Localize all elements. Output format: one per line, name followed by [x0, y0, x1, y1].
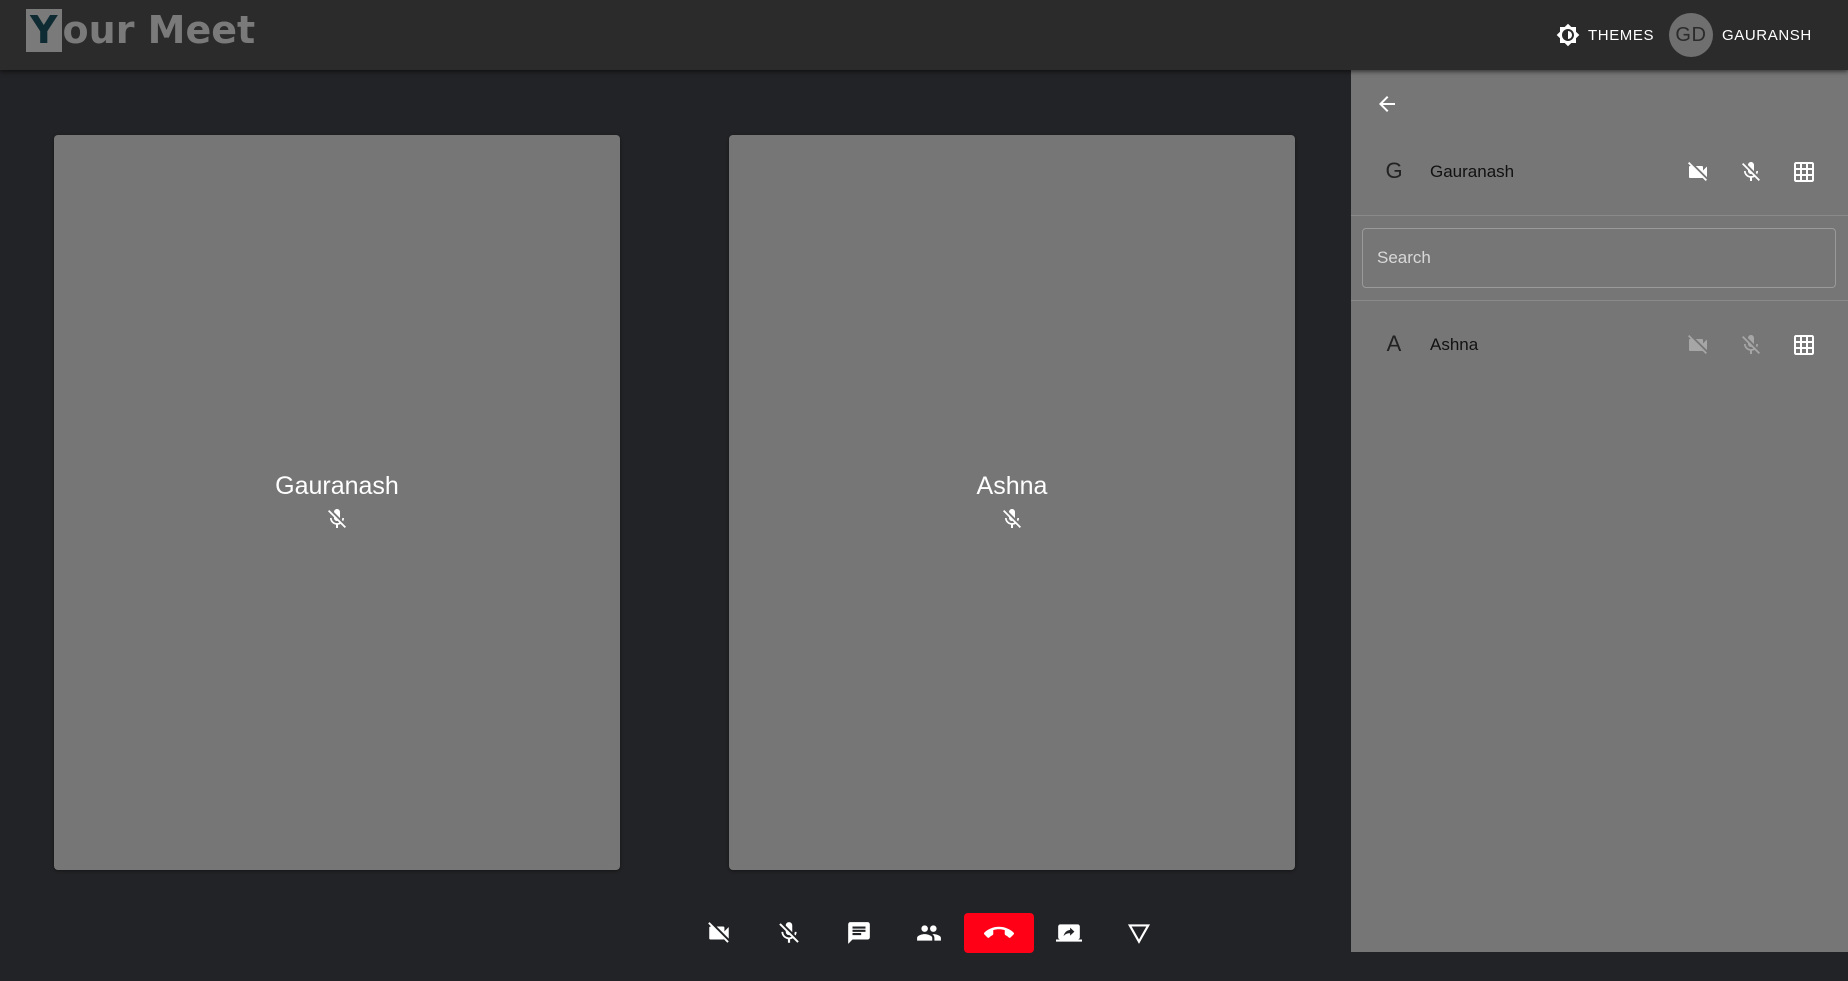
- app-logo[interactable]: Your Meet: [26, 9, 255, 52]
- people-icon: [917, 925, 941, 941]
- participant-search-input[interactable]: [1362, 228, 1836, 288]
- participant-row: A Ashna: [1351, 315, 1848, 375]
- tile-participant-name: Ashna: [976, 472, 1048, 500]
- video-tile: Ashna: [729, 135, 1295, 870]
- participant-mic-toggle[interactable]: [1738, 332, 1764, 358]
- participants-button[interactable]: [894, 913, 964, 953]
- logo-text: our Meet: [62, 8, 256, 52]
- brightness-icon: [1556, 23, 1580, 47]
- videocam-off-icon: [1688, 335, 1707, 354]
- user-menu[interactable]: GD GAURANSH: [1669, 13, 1812, 57]
- participant-mic-toggle[interactable]: [1738, 159, 1764, 185]
- mic-off-icon: [1003, 509, 1021, 528]
- participant-name: Ashna: [1430, 335, 1479, 354]
- close-panel-button[interactable]: [1367, 84, 1407, 124]
- divider: [1351, 300, 1848, 301]
- more-options-button[interactable]: [1104, 913, 1174, 953]
- triangle-down-icon: [1127, 924, 1151, 944]
- mic-off-icon: [328, 509, 346, 528]
- participants-panel: G Gauranash A Ashna: [1351, 70, 1848, 952]
- toggle-camera-button[interactable]: [684, 913, 754, 953]
- avatar: GD: [1669, 13, 1713, 57]
- screen-share-icon: [1056, 924, 1082, 942]
- chat-button[interactable]: [824, 913, 894, 953]
- grid-icon: [1794, 335, 1814, 355]
- videocam-off-icon: [708, 922, 729, 943]
- themes-button[interactable]: THEMES: [1556, 22, 1654, 48]
- participant-camera-toggle[interactable]: [1685, 159, 1711, 185]
- mic-off-icon: [1742, 162, 1760, 181]
- participant-name: Gauranash: [1430, 162, 1515, 181]
- participant-camera-toggle[interactable]: [1685, 332, 1711, 358]
- themes-label: THEMES: [1588, 26, 1655, 44]
- participant-initial: G: [1385, 158, 1403, 183]
- videocam-off-icon: [1688, 162, 1707, 181]
- call-toolbar: [684, 913, 1174, 953]
- call-end-icon: [984, 926, 1014, 938]
- chat-icon: [848, 922, 870, 944]
- participant-pin-button[interactable]: [1791, 332, 1817, 358]
- app-header: Your Meet THEMES GD GAURANSH: [0, 0, 1848, 70]
- tile-participant-name: Gauranash: [275, 472, 399, 500]
- toggle-mic-button[interactable]: [754, 913, 824, 953]
- arrow-back-icon: [1379, 96, 1395, 112]
- user-name: GAURANSH: [1722, 26, 1812, 44]
- divider: [1351, 215, 1848, 216]
- video-tile: Gauranash: [54, 135, 620, 870]
- self-participant-row: G Gauranash: [1351, 142, 1848, 202]
- participant-initial: A: [1386, 331, 1402, 356]
- participant-pin-button[interactable]: [1791, 159, 1817, 185]
- grid-icon: [1794, 162, 1814, 182]
- end-call-button[interactable]: [964, 913, 1034, 953]
- logo-first-letter: Y: [26, 9, 62, 52]
- mic-off-icon: [779, 922, 799, 943]
- share-screen-button[interactable]: [1034, 913, 1104, 953]
- mic-off-icon: [1742, 335, 1760, 354]
